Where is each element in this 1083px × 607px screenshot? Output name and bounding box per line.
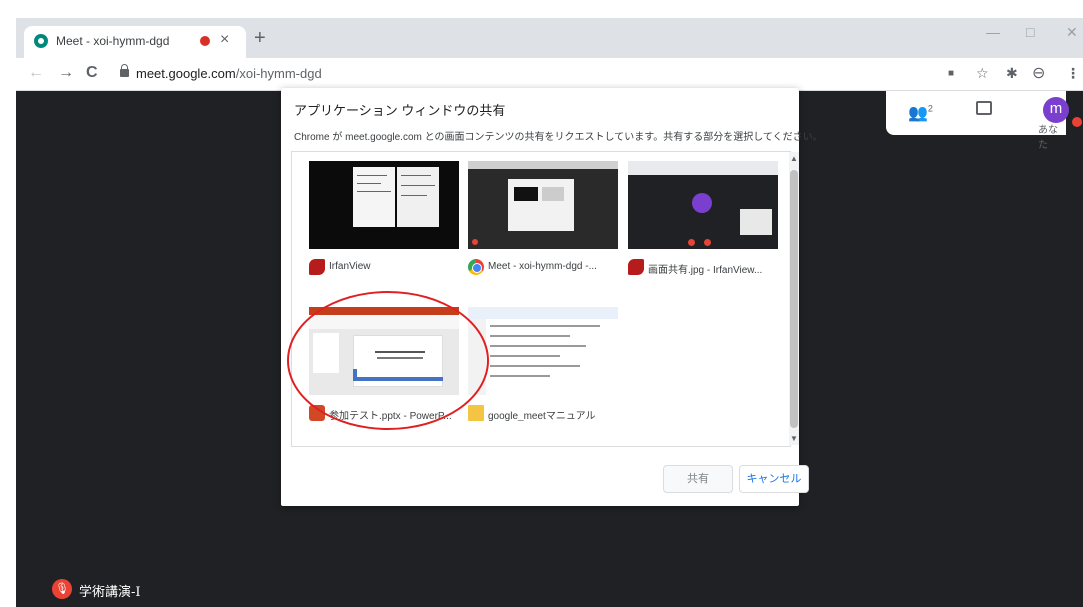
- chrome-icon: [468, 259, 484, 275]
- window-title: 画面共有.jpg - IrfanView...: [648, 265, 763, 275]
- dialog-title: アプリケーション ウィンドウの共有: [294, 103, 506, 118]
- people-icon: 👥: [908, 105, 928, 122]
- meet-top-right-panel: 👥2 m あなた: [886, 91, 1082, 151]
- status-dot-icon: [1072, 117, 1082, 127]
- address-bar[interactable]: meet.google.com/xoi-hymm-dgd: [112, 62, 932, 87]
- irfanview-icon: [628, 259, 644, 275]
- profile-icon[interactable]: ⊖: [1032, 63, 1045, 83]
- minimize-button[interactable]: —: [986, 24, 1000, 40]
- window-option-screenshare-jpg[interactable]: 画面共有.jpg - IrfanView...: [628, 161, 778, 281]
- you-label: あなた: [1038, 125, 1058, 151]
- window-thumbnail: [468, 307, 618, 395]
- mic-muted-icon: 🎙: [52, 579, 72, 599]
- tab-close-button[interactable]: ×: [220, 31, 229, 49]
- window-option-label: Meet - xoi-hymm-dgd -...: [468, 259, 620, 275]
- url-host: meet.google.com: [136, 66, 236, 81]
- dialog-description: Chrome が meet.google.com との画面コンテンツの共有をリク…: [294, 132, 823, 143]
- close-window-button[interactable]: ✕: [1066, 24, 1078, 41]
- extensions-icon[interactable]: ✱: [1006, 65, 1018, 82]
- highlight-circle-annotation: [287, 291, 489, 430]
- folder-icon: [468, 405, 484, 421]
- menu-icon[interactable]: ⋮: [1066, 65, 1080, 82]
- new-tab-button[interactable]: +: [254, 28, 266, 48]
- window-thumbnail: [628, 161, 778, 249]
- meet-favicon-icon: [34, 34, 48, 48]
- scroll-up-icon[interactable]: ▲: [789, 154, 799, 163]
- window-title: google_meetマニュアル: [488, 411, 596, 421]
- window-option-meet[interactable]: Meet - xoi-hymm-dgd -...: [468, 161, 618, 281]
- url-path: /xoi-hymm-dgd: [235, 66, 322, 81]
- avatar: m: [1043, 97, 1069, 123]
- people-count: 2: [927, 103, 933, 114]
- chat-icon[interactable]: [976, 101, 992, 115]
- picker-scrollbar[interactable]: ▲ ▼: [789, 152, 799, 445]
- irfanview-icon: [309, 259, 325, 275]
- window-option-label: 画面共有.jpg - IrfanView...: [628, 259, 780, 275]
- window-option-folder[interactable]: google_meetマニュアル: [468, 307, 618, 427]
- maximize-button[interactable]: □: [1026, 24, 1034, 40]
- recording-indicator-icon: [200, 36, 210, 46]
- window-option-label: IrfanView: [309, 259, 461, 275]
- people-button[interactable]: 👥2: [908, 103, 933, 123]
- bookmark-star-icon[interactable]: ☆: [976, 65, 989, 82]
- tab-strip: Meet - xoi-hymm-dgd × + — □ ✕: [16, 18, 1083, 58]
- window-title: Meet - xoi-hymm-dgd -...: [488, 261, 597, 272]
- participant-name: 学術講演-I: [79, 585, 141, 600]
- share-button[interactable]: 共有: [663, 465, 733, 493]
- window-thumbnail: [468, 161, 618, 249]
- cancel-button[interactable]: キャンセル: [739, 465, 809, 493]
- lock-icon: [120, 64, 129, 77]
- forward-button[interactable]: →: [58, 64, 74, 82]
- tab-meet[interactable]: Meet - xoi-hymm-dgd ×: [24, 26, 246, 58]
- browser-toolbar: ← → C meet.google.com/xoi-hymm-dgd ■ ☆ ✱…: [16, 58, 1083, 91]
- tab-title: Meet - xoi-hymm-dgd: [56, 34, 170, 48]
- url-text: meet.google.com/xoi-hymm-dgd: [136, 66, 322, 81]
- back-button[interactable]: ←: [28, 64, 44, 82]
- reload-button[interactable]: C: [86, 64, 98, 82]
- window-thumbnail: [309, 161, 459, 249]
- camera-icon[interactable]: ■: [948, 68, 954, 79]
- scroll-down-icon[interactable]: ▼: [789, 434, 799, 443]
- window-title: IrfanView: [329, 261, 371, 272]
- window-option-label: google_meetマニュアル: [468, 405, 620, 421]
- window-option-irfanview[interactable]: IrfanView: [309, 161, 459, 281]
- scroll-thumb[interactable]: [790, 170, 798, 428]
